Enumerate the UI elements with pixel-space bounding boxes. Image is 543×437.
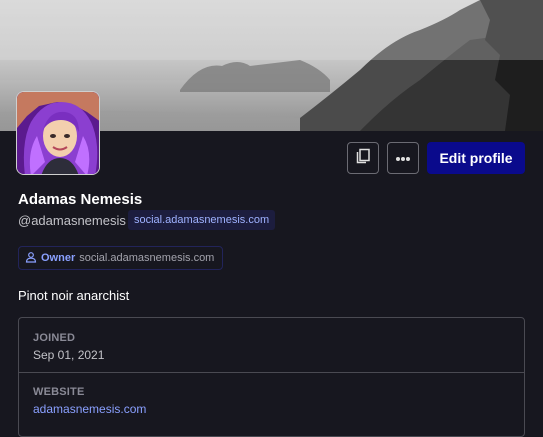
field-value: Sep 01, 2021 xyxy=(33,348,105,362)
field-joined: JOINED Sep 01, 2021 xyxy=(19,318,524,373)
avatar[interactable] xyxy=(16,91,100,175)
field-label: WEBSITE xyxy=(33,386,85,398)
more-icon xyxy=(395,149,411,167)
role-badge: Owner social.adamasnemesis.com xyxy=(18,246,224,270)
role-label: Owner xyxy=(41,252,76,264)
person-icon xyxy=(25,251,37,266)
copy-button[interactable] xyxy=(347,142,379,174)
profile-fields: JOINED Sep 01, 2021 WEBSITE adamasnemesi… xyxy=(18,317,525,437)
field-label: JOINED xyxy=(33,332,76,344)
account-handle: @adamasnemesis xyxy=(18,213,126,228)
display-name: Adamas Nemesis xyxy=(18,191,143,208)
domain-badge[interactable]: social.adamasnemesis.com xyxy=(128,210,276,230)
field-website: WEBSITE adamasnemesis.com xyxy=(19,372,524,426)
website-link[interactable]: adamasnemesis.com xyxy=(33,402,146,416)
copy-icon xyxy=(355,148,371,169)
role-domain: social.adamasnemesis.com xyxy=(79,252,215,264)
profile-bio: Pinot noir anarchist xyxy=(18,288,130,303)
edit-profile-button[interactable]: Edit profile xyxy=(427,142,525,174)
more-options-button[interactable] xyxy=(387,142,419,174)
